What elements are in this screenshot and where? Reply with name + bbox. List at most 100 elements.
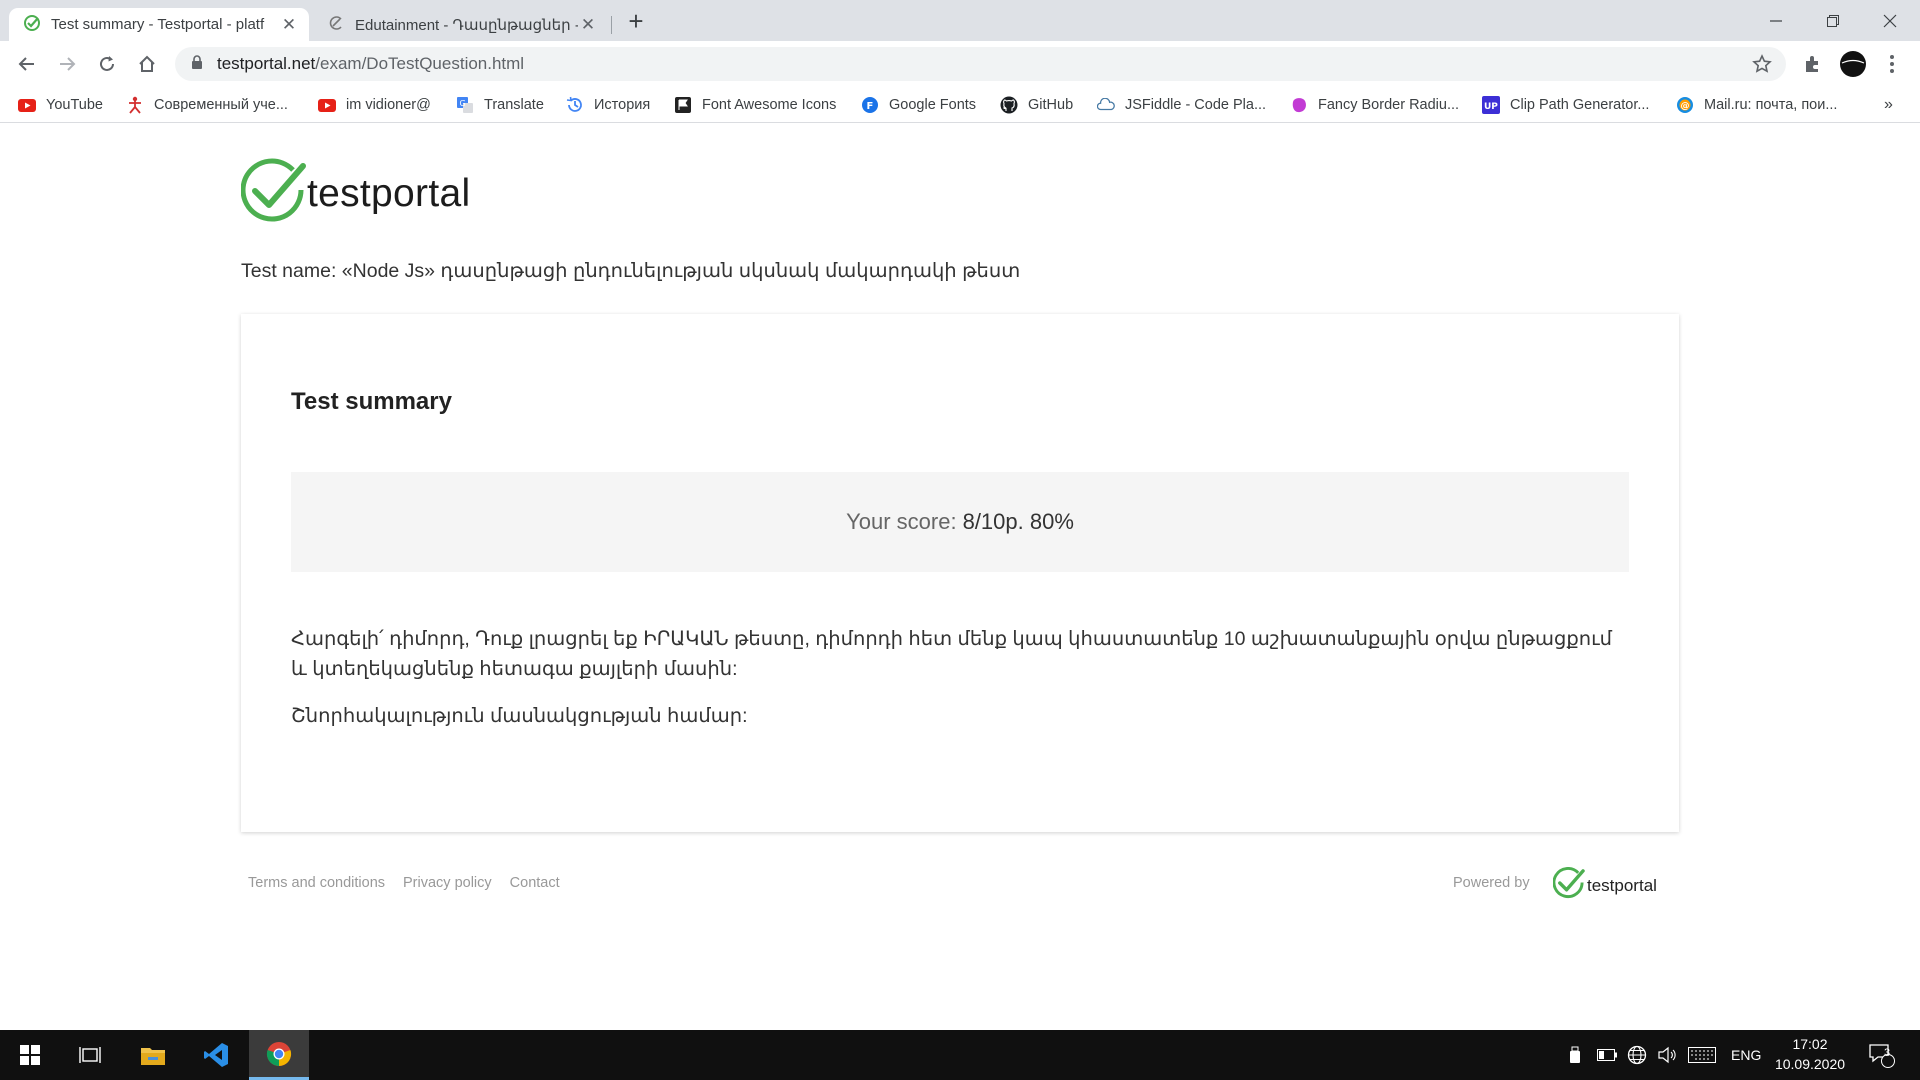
test-name: Test name: «Node Js» դասընթացի ընդունելո… — [241, 260, 1021, 282]
profile-avatar[interactable] — [1838, 49, 1868, 79]
logo-text: testportal — [307, 171, 471, 215]
testportal-logo[interactable]: testportal — [240, 158, 471, 229]
bookmark-label: Translate — [484, 97, 544, 113]
bookmark-font-awesome[interactable]: Font Awesome Icons — [674, 94, 836, 116]
tab-title: Test summary - Testportal - platf — [51, 16, 265, 33]
bookmark-label: YouTube — [46, 97, 103, 113]
github-icon — [1000, 96, 1018, 114]
vscode-icon[interactable] — [186, 1030, 246, 1080]
score-value: 8/10p. 80% — [962, 509, 1074, 534]
bookmark-im-vidioner[interactable]: im vidioner@ — [318, 94, 431, 116]
blob-icon — [1290, 96, 1308, 114]
powered-by-label: Powered by — [1453, 875, 1530, 891]
svg-text:@: @ — [1681, 102, 1690, 112]
svg-text:G: G — [460, 99, 466, 108]
bookmark-label: Fancy Border Radiu... — [1318, 97, 1460, 113]
restore-button[interactable] — [1803, 0, 1863, 41]
chrome-taskbar-icon[interactable] — [249, 1030, 309, 1080]
forward-button[interactable] — [52, 49, 82, 79]
windows-taskbar: ENG 17:02 10.09.2020 3 — [0, 1030, 1920, 1080]
tab-separator — [611, 16, 612, 34]
at-icon: @ — [1676, 96, 1694, 114]
bookmark-youtube[interactable]: YouTube — [18, 94, 103, 116]
bookmark-label: Font Awesome Icons — [702, 97, 837, 113]
terms-link[interactable]: Terms and conditions — [248, 875, 385, 891]
testportal-check-icon — [240, 158, 307, 229]
file-explorer-icon[interactable] — [123, 1030, 183, 1080]
more-bookmarks-icon[interactable]: » — [1884, 94, 1893, 116]
notifications-icon[interactable]: 3 — [1868, 1030, 1896, 1080]
keyboard-icon[interactable] — [1688, 1030, 1716, 1080]
close-tab-icon[interactable]: ✕ — [578, 15, 598, 35]
system-clock[interactable]: 17:02 10.09.2020 — [1770, 1034, 1850, 1074]
language-indicator[interactable]: ENG — [1731, 1030, 1761, 1080]
edutainment-favicon-icon — [327, 14, 345, 36]
bookmarks-bar: YouTube Современный уче... im vidioner@ … — [0, 87, 1920, 123]
notifications-count: 3 — [1884, 1047, 1891, 1059]
bookmark-mail-ru[interactable]: @ Mail.ru: почта, пои... — [1676, 94, 1837, 116]
bookmark-fancy-border[interactable]: Fancy Border Radiu... — [1290, 94, 1459, 116]
browser-tabstrip: Test summary - Testportal - platf ✕ Edut… — [0, 0, 1920, 41]
person-icon — [126, 96, 144, 114]
card-title: Test summary — [291, 388, 452, 415]
footer-links: Terms and conditions Privacy policy Cont… — [248, 875, 560, 891]
footer-testportal-logo[interactable]: testportal — [1552, 867, 1657, 904]
minimize-button[interactable] — [1746, 0, 1806, 41]
clock-date: 10.09.2020 — [1774, 1056, 1846, 1072]
bookmark-clip-path[interactable]: UP Clip Path Generator... — [1482, 94, 1649, 116]
tab-test-summary[interactable]: Test summary - Testportal - platf ✕ — [9, 8, 309, 41]
home-button[interactable] — [132, 49, 162, 79]
score-box: Your score: 8/10p. 80% — [291, 472, 1629, 572]
bookmark-label: GitHub — [1028, 97, 1074, 113]
clock-time: 17:02 — [1792, 1036, 1828, 1052]
extensions-icon[interactable] — [1797, 49, 1827, 79]
bookmark-label: Clip Path Generator... — [1510, 97, 1650, 113]
privacy-link[interactable]: Privacy policy — [403, 875, 492, 891]
close-tab-icon[interactable]: ✕ — [279, 15, 299, 35]
volume-icon[interactable] — [1657, 1030, 1677, 1080]
footer-logo-text: testportal — [1587, 875, 1657, 895]
bookmark-star-icon[interactable] — [1752, 54, 1772, 79]
browser-toolbar: testportal.net/exam/DoTestQuestion.html — [0, 41, 1920, 87]
address-bar[interactable]: testportal.net/exam/DoTestQuestion.html — [175, 47, 1786, 81]
testportal-favicon-icon — [23, 14, 41, 36]
windows-start-icon[interactable] — [0, 1030, 60, 1080]
bookmark-github[interactable]: GitHub — [1000, 94, 1073, 116]
usb-icon[interactable] — [1567, 1030, 1583, 1080]
network-globe-icon[interactable] — [1627, 1030, 1647, 1080]
history-icon — [566, 96, 584, 114]
contact-link[interactable]: Contact — [510, 875, 560, 891]
lock-icon — [191, 54, 203, 74]
reload-button[interactable] — [92, 49, 122, 79]
url-host: testportal.net — [217, 54, 316, 73]
testportal-check-icon — [1552, 867, 1585, 904]
browser-menu-icon[interactable] — [1877, 49, 1907, 79]
tab-title: Edutainment - Դասընթացներ - — [355, 16, 578, 34]
bookmark-sovremenny[interactable]: Современный уче... — [126, 94, 288, 116]
google-fonts-icon: F — [861, 96, 879, 114]
translate-icon: G — [456, 96, 474, 114]
bookmark-history[interactable]: История — [566, 94, 650, 116]
battery-icon[interactable] — [1597, 1030, 1617, 1080]
bookmark-label: im vidioner@ — [346, 97, 431, 113]
bookmark-label: Mail.ru: почта, пои... — [1704, 97, 1838, 113]
task-view-icon[interactable] — [60, 1030, 120, 1080]
summary-card: Test summary Your score: 8/10p. 80% Հարգ… — [241, 314, 1679, 832]
youtube-icon — [18, 96, 36, 114]
bookmark-jsfiddle[interactable]: JSFiddle - Code Pla... — [1097, 94, 1266, 116]
bookmark-translate[interactable]: G Translate — [456, 94, 544, 116]
back-button[interactable] — [12, 49, 42, 79]
bookmark-label: Современный уче... — [154, 97, 288, 113]
bookmark-label: История — [594, 97, 651, 113]
bookmark-label: Google Fonts — [889, 97, 977, 113]
up-icon: UP — [1482, 96, 1500, 114]
youtube-icon — [318, 96, 336, 114]
close-window-button[interactable] — [1860, 0, 1920, 41]
bookmark-label: JSFiddle - Code Pla... — [1125, 97, 1267, 113]
url-path: /exam/DoTestQuestion.html — [315, 54, 525, 73]
new-tab-button[interactable]: + — [622, 8, 650, 36]
score-label: Your score: — [846, 509, 957, 534]
tab-edutainment[interactable]: Edutainment - Դասընթացներ - ✕ — [313, 8, 608, 41]
svg-text:F: F — [867, 101, 874, 112]
bookmark-google-fonts[interactable]: F Google Fonts — [861, 94, 976, 116]
